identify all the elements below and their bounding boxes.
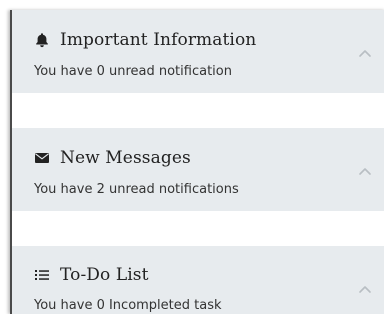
panel-subtitle: You have 0 unread notification — [34, 64, 232, 79]
chevron-up-icon[interactable] — [358, 284, 372, 294]
panel-important-information[interactable]: Important Information You have 0 unread … — [12, 10, 384, 93]
bell-icon — [34, 32, 50, 48]
chevron-up-icon[interactable] — [358, 48, 372, 58]
panel-header: Important Information — [34, 30, 256, 50]
panel-todo-list[interactable]: To-Do List You have 0 Incompleted task — [12, 246, 384, 314]
panel-subtitle: You have 2 unread notifications — [34, 182, 239, 197]
panel-subtitle: You have 0 Incompleted task — [34, 298, 222, 313]
panel-title: Important Information — [60, 30, 257, 50]
panel-header: To-Do List — [34, 265, 149, 285]
notification-panels: Important Information You have 0 unread … — [10, 10, 384, 314]
panel-new-messages[interactable]: New Messages You have 2 unread notificat… — [12, 128, 384, 211]
panel-title: To-Do List — [60, 265, 149, 285]
panel-title: New Messages — [60, 148, 191, 168]
list-icon — [34, 267, 50, 283]
chevron-up-icon[interactable] — [358, 166, 372, 176]
envelope-icon — [34, 150, 50, 166]
panel-header: New Messages — [34, 148, 191, 168]
